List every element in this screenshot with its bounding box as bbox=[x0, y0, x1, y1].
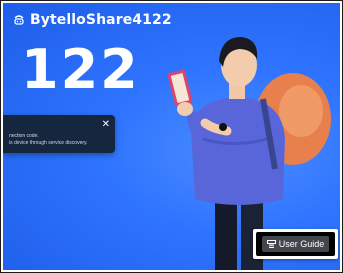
user-guide-pill[interactable]: User Guide bbox=[261, 236, 330, 252]
close-icon[interactable]: ✕ bbox=[102, 120, 110, 130]
user-guide-button[interactable]: User Guide bbox=[253, 229, 338, 259]
main-screen: BytelloShare4122 122 nection code. is de… bbox=[3, 3, 340, 270]
user-guide-button-inner[interactable]: User Guide bbox=[256, 232, 335, 256]
share-icon bbox=[13, 14, 25, 26]
user-guide-label: User Guide bbox=[278, 239, 325, 249]
tooltip-line-1: nection code. bbox=[9, 133, 39, 139]
connection-code: 122 bbox=[21, 38, 140, 101]
app-frame: BytelloShare4122 122 nection code. is de… bbox=[0, 0, 343, 273]
tooltip-line-2: is device through service discovery. bbox=[9, 140, 88, 146]
guide-icon bbox=[266, 239, 276, 249]
info-tooltip: nection code. is device through service … bbox=[3, 115, 115, 153]
